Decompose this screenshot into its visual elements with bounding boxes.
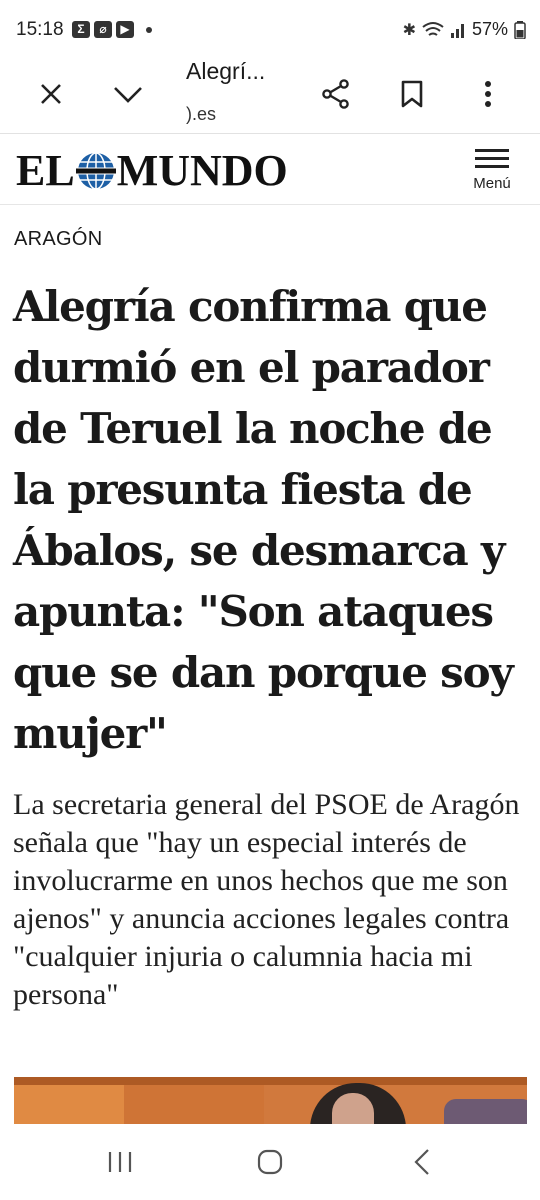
home-button[interactable]	[240, 1142, 300, 1182]
site-header: EL MUNDO Menú	[0, 135, 540, 205]
system-navigation-bar	[0, 1124, 540, 1200]
close-icon	[41, 84, 61, 104]
bookmark-icon	[401, 80, 423, 108]
recent-apps-icon	[108, 1152, 132, 1172]
wifi-icon	[422, 21, 444, 36]
minimize-button[interactable]	[104, 70, 152, 118]
notification-icons: Σ ⌀ ▶	[72, 21, 152, 38]
signal-icon	[450, 23, 464, 38]
close-tab-button[interactable]	[27, 70, 75, 118]
el-mundo-logo[interactable]: EL MUNDO	[16, 145, 288, 196]
logo-text-el: EL	[16, 146, 75, 195]
status-time: 15:18	[16, 19, 64, 40]
system-icons: ✱ 57%	[403, 19, 526, 40]
article-headline: Alegría confirma que durmió en el parado…	[13, 282, 514, 758]
globe-icon	[75, 151, 116, 190]
home-icon	[257, 1149, 283, 1175]
menu-button[interactable]: Menú	[468, 149, 516, 192]
dot-icon	[146, 26, 152, 33]
more-options-button[interactable]	[464, 70, 512, 118]
article-standfirst: La secretaria general del PSOE de Aragón…	[13, 788, 520, 1011]
share-button[interactable]	[312, 70, 360, 118]
page-title[interactable]: Alegrí...	[186, 58, 265, 85]
battery-icon	[514, 20, 526, 39]
browser-toolbar: Alegrí... ).es	[0, 58, 540, 134]
battery-percent: 57%	[471, 19, 508, 39]
bluetooth-icon: ✱	[402, 21, 416, 39]
back-button[interactable]	[392, 1142, 452, 1182]
section-label[interactable]: ARAGÓN	[14, 228, 102, 251]
chevron-down-icon	[114, 87, 142, 103]
youtube-icon: ▶	[116, 21, 134, 38]
bookmark-button[interactable]	[388, 70, 436, 118]
recent-apps-button[interactable]	[90, 1142, 150, 1182]
more-vertical-icon	[485, 81, 491, 107]
back-icon	[414, 1149, 429, 1175]
menu-label: Menú	[473, 175, 511, 192]
share-icon	[322, 79, 349, 109]
logo-text-mundo: MUNDO	[116, 146, 288, 195]
hamburger-icon	[475, 149, 509, 169]
status-bar: 15:18 Σ ⌀ ▶ ✱ 57%	[0, 0, 540, 58]
article-photo[interactable]	[14, 1077, 527, 1124]
sigma-icon: Σ	[72, 21, 90, 38]
page-domain[interactable]: ).es	[186, 104, 216, 125]
leaf-icon: ⌀	[94, 21, 112, 38]
